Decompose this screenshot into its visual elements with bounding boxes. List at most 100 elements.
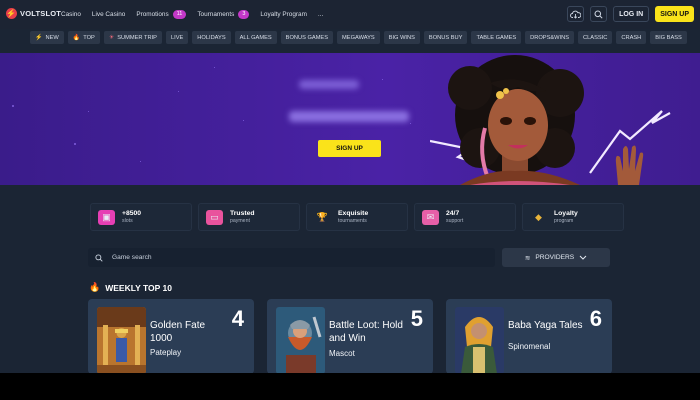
chip-holidays[interactable]: HOLIDAYS xyxy=(192,31,231,44)
menu-item-label: Casino xyxy=(61,11,81,18)
chat-icon: ✉ xyxy=(422,209,439,225)
chip-megaways[interactable]: MEGAWAYS xyxy=(337,31,380,44)
game-card[interactable]: Battle Loot: Hold and Win Mascot 5 xyxy=(267,299,433,373)
blurred-promo-text xyxy=(299,80,359,89)
chevron-down-icon xyxy=(579,255,587,260)
slot-icon: ▣ xyxy=(98,209,115,225)
hero-character-illustration xyxy=(430,55,671,185)
menu-item-casino[interactable]: Casino xyxy=(61,10,81,19)
diamond-icon: ◆ xyxy=(535,211,542,222)
chip-table-games[interactable]: TABLE GAMES xyxy=(471,31,522,44)
game-title: Golden Fate 1000 xyxy=(150,320,206,344)
chip-label: TOP xyxy=(83,34,95,41)
chip-big-wins[interactable]: BIG WINS xyxy=(383,31,420,44)
game-title: Baba Yaga Tales xyxy=(508,320,583,331)
providers-dropdown[interactable]: ≋ PROVIDERS xyxy=(502,248,610,267)
top-navigation: ⚡ VOLTSLOT Casino Live Casino Promotions… xyxy=(0,0,700,29)
feature-payment: ▭ Trusted payment xyxy=(198,203,300,231)
game-thumbnail-battle-loot xyxy=(276,307,325,373)
feature-loyalty: ◆ Loyalty program xyxy=(522,203,624,231)
feature-title: Trusted xyxy=(230,209,255,217)
chip-label: BIG WINS xyxy=(388,34,415,41)
menu-item-live-casino[interactable]: Live Casino xyxy=(92,10,125,19)
game-rank: 4 xyxy=(231,306,244,331)
chip-top[interactable]: 🔥 TOP xyxy=(67,31,100,44)
menu-item-more[interactable]: ... xyxy=(318,10,323,19)
download-app-button[interactable] xyxy=(567,6,585,22)
menu-item-label: Live Casino xyxy=(91,11,126,18)
flame-icon: 🔥 xyxy=(72,35,81,41)
tournaments-count-badge: 3 xyxy=(238,10,250,19)
feature-subtitle: tournaments xyxy=(338,217,367,224)
game-search-bar xyxy=(88,248,495,267)
hero-signup-button[interactable]: SIGN UP xyxy=(318,140,381,157)
chip-bonus-games[interactable]: BONUS GAMES xyxy=(280,31,334,44)
game-provider: Spinomenal xyxy=(508,342,551,351)
game-thumbnail-golden-fate xyxy=(97,307,146,373)
chip-label: HOLIDAYS xyxy=(197,34,226,41)
chip-label: LIVE xyxy=(170,34,184,41)
game-card[interactable]: Golden Fate 1000 Pateplay 4 xyxy=(88,299,254,373)
trophy-icon: 🏆 xyxy=(316,211,329,222)
menu-item-loyalty[interactable]: Loyalty Program xyxy=(260,10,307,19)
bolt-logo-icon: ⚡ xyxy=(6,8,17,19)
game-rank: 5 xyxy=(410,306,423,331)
chip-bonus-buy[interactable]: BONUS BUY xyxy=(423,31,468,44)
feature-subtitle: program xyxy=(554,217,574,224)
chip-label: DROPS&WINS xyxy=(530,34,570,41)
login-button[interactable]: LOG IN xyxy=(613,6,650,22)
cloud-download-icon xyxy=(570,10,582,19)
weekly-top-heading: 🔥 WEEKLY TOP 10 xyxy=(89,282,172,293)
chip-live[interactable]: LIVE xyxy=(165,31,189,44)
chip-drops-wins[interactable]: DROPS&WINS xyxy=(525,31,575,44)
feature-tournaments: 🏆 Exquisite tournaments xyxy=(306,203,408,231)
game-thumbnail-baba-yaga xyxy=(455,307,504,373)
card-icon: ▭ xyxy=(206,209,223,225)
chip-label: NEW xyxy=(45,34,59,41)
chip-label: CRASH xyxy=(621,34,642,41)
promotions-count-badge: 11 xyxy=(172,10,187,19)
signup-button[interactable]: SIGN UP xyxy=(655,6,694,22)
chip-crash[interactable]: CRASH xyxy=(616,31,647,44)
main-menu: Casino Live Casino Promotions 11 Tourname… xyxy=(61,10,334,19)
game-title: Battle Loot: Hold and Win xyxy=(329,320,403,344)
chip-big-bass[interactable]: BIG BASS xyxy=(650,31,687,44)
layers-icon: ≋ xyxy=(524,254,531,262)
menu-item-promotions[interactable]: Promotions 11 xyxy=(136,10,187,19)
chip-label: CLASSIC xyxy=(583,34,608,41)
game-search-input[interactable] xyxy=(112,254,412,261)
chip-summer-trip[interactable]: ☀ SUMMER TRIP xyxy=(103,31,162,44)
search-icon xyxy=(95,253,103,262)
chip-label: BIG BASS xyxy=(655,34,682,41)
feature-title: Exquisite xyxy=(338,209,369,217)
feature-support: ✉ 24/7 support xyxy=(414,203,516,231)
chip-new[interactable]: ⚡ NEW xyxy=(30,31,64,44)
chip-all-games[interactable]: ALL GAMES xyxy=(234,31,277,44)
feature-title: Loyalty xyxy=(554,209,578,217)
search-icon xyxy=(594,10,603,19)
feature-title: +8500 xyxy=(122,209,142,217)
feature-slots: ▣ +8500 slots xyxy=(90,203,192,231)
menu-item-tournaments[interactable]: Tournaments 3 xyxy=(197,10,250,19)
chip-label: ALL GAMES xyxy=(239,34,272,41)
brand-logo[interactable]: ⚡ VOLTSLOT xyxy=(6,8,61,19)
menu-item-label: Tournaments xyxy=(197,11,235,18)
feature-subtitle: support xyxy=(446,217,464,224)
chip-label: SUMMER TRIP xyxy=(117,34,157,41)
game-rank: 6 xyxy=(589,306,602,331)
header-search-button[interactable] xyxy=(590,6,608,22)
feature-title: 24/7 xyxy=(446,209,460,217)
weekly-top-title: WEEKLY TOP 10 xyxy=(105,282,172,293)
game-provider: Pateplay xyxy=(150,348,182,357)
bolt-icon: ⚡ xyxy=(35,35,43,41)
game-card[interactable]: Baba Yaga Tales Spinomenal 6 xyxy=(446,299,612,373)
brand-name: VOLTSLOT xyxy=(20,9,62,18)
menu-item-label: Promotions xyxy=(136,11,169,18)
header-actions: LOG IN SIGN UP xyxy=(567,6,694,22)
casino-page: ⚡ VOLTSLOT Casino Live Casino Promotions… xyxy=(0,0,700,373)
sun-icon: ☀ xyxy=(108,35,115,41)
chip-classic[interactable]: CLASSIC xyxy=(578,31,613,44)
bottom-black-bar xyxy=(0,373,700,400)
blurred-promo-text xyxy=(289,111,409,122)
feature-subtitle: slots xyxy=(122,217,133,224)
